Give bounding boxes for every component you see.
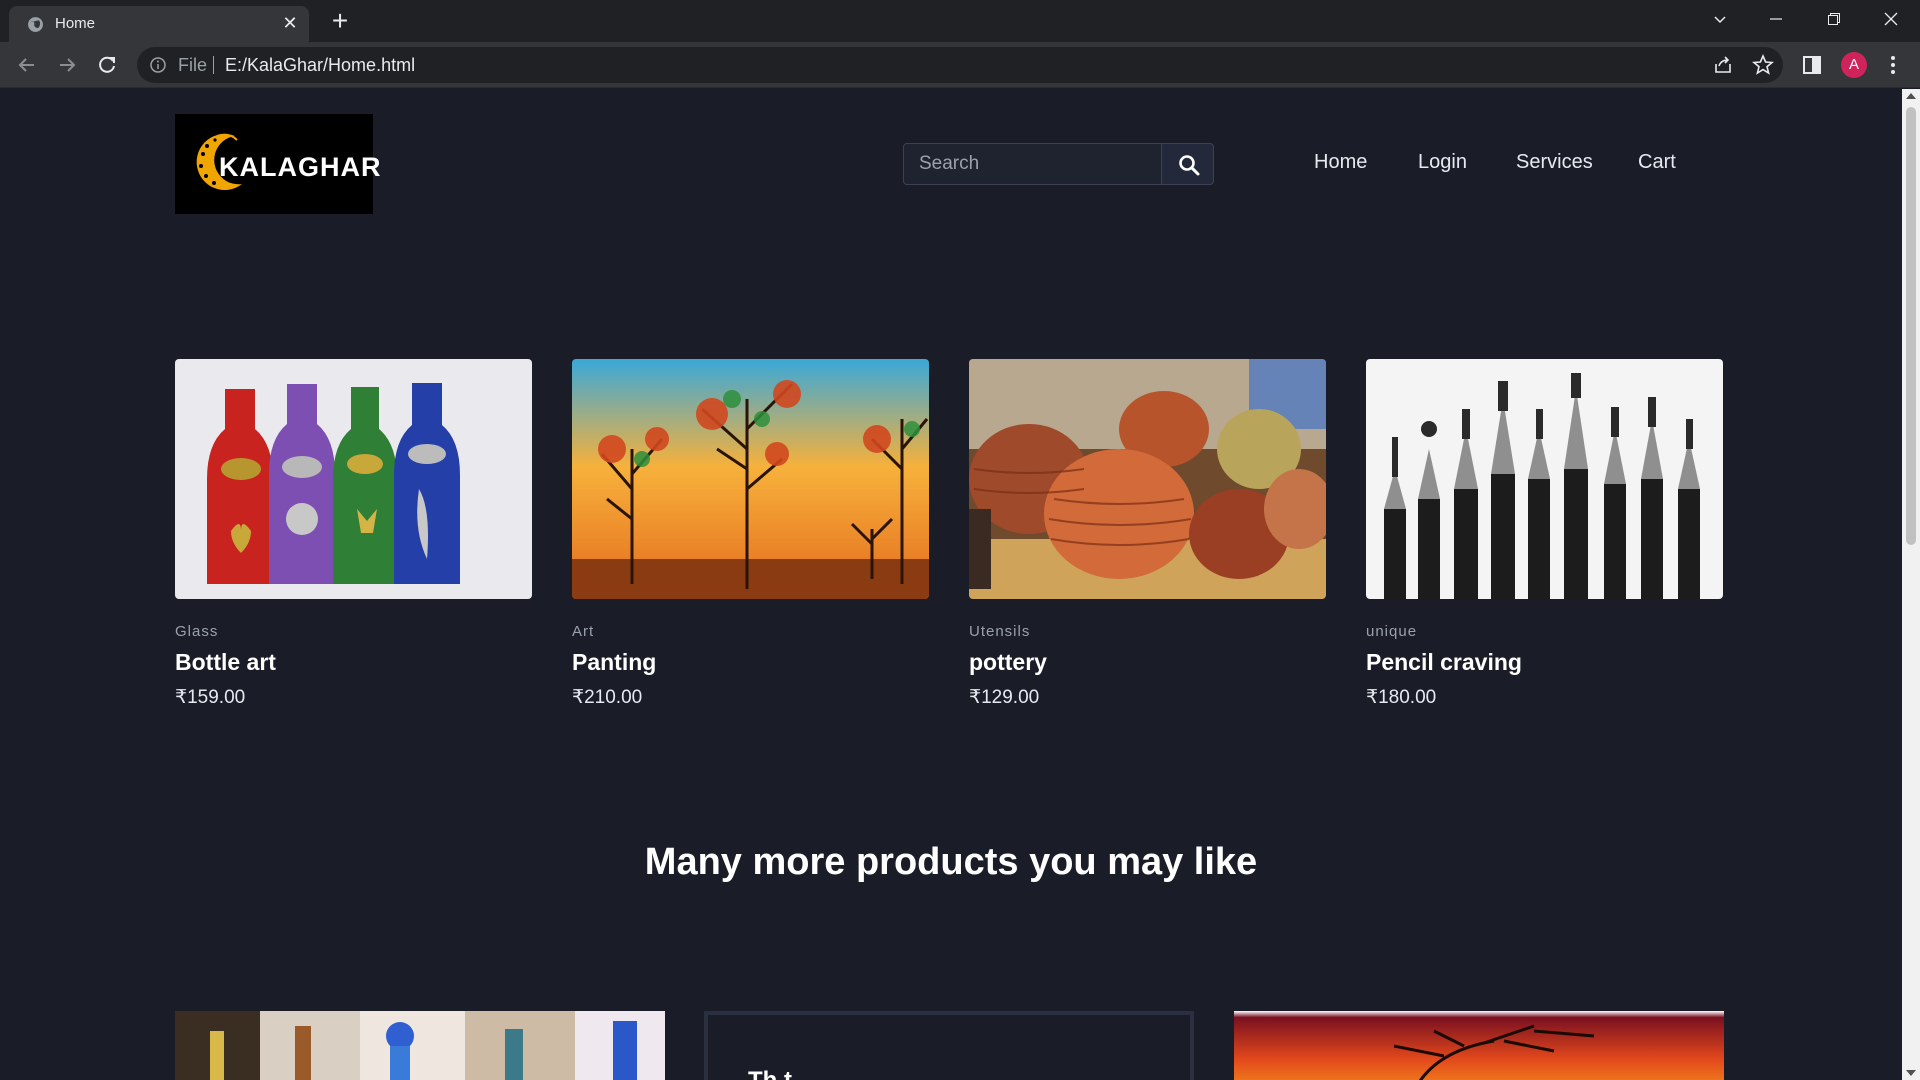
pencil-carving-image[interactable] [1366,359,1723,599]
share-icon[interactable] [1710,52,1736,78]
kalaghar-logo[interactable]: KALAGHAR [175,114,381,214]
forward-arrow-icon[interactable] [52,50,82,80]
restore-button[interactable] [1806,0,1862,38]
more-product-card[interactable] [175,1011,665,1080]
scrollbar-thumb[interactable] [1906,107,1916,545]
globe-icon [28,17,43,32]
tab-search-icon[interactable] [1692,0,1748,38]
browser-tab-bar: Home ✕ + [0,0,1920,42]
address-bar[interactable]: File E:/KalaGhar/Home.html [137,47,1783,83]
search-button[interactable] [1161,143,1214,185]
product-card[interactable]: Glass Bottle art ₹159.00 [175,359,532,708]
profile-avatar[interactable]: A [1841,52,1867,78]
product-name[interactable]: Panting [572,649,656,676]
bookmark-star-icon[interactable] [1750,52,1776,78]
product-category: Art [572,623,595,640]
product-category: Glass [175,623,219,640]
nav-cart-link[interactable]: Cart [1638,151,1676,174]
bottle-art-image[interactable] [175,359,532,599]
tab-title: Home [55,15,96,32]
reload-icon[interactable] [92,50,122,80]
pottery-image[interactable] [969,359,1334,599]
nav-services-link[interactable]: Services [1516,151,1593,174]
minimize-button[interactable] [1748,0,1804,38]
more-product-image[interactable] [175,1011,665,1080]
nav-home-link[interactable]: Home [1314,151,1367,174]
tab-close-icon[interactable]: ✕ [280,13,300,33]
side-panel-icon[interactable] [1799,52,1825,78]
product-price: ₹129.00 [969,687,1040,708]
page-scrollbar[interactable] [1902,89,1920,1080]
more-product-image[interactable] [1234,1011,1724,1080]
search-input[interactable] [903,143,1162,185]
scroll-down-arrow-icon[interactable] [1906,1070,1916,1076]
close-window-button[interactable] [1863,0,1919,38]
section-title: Many more products you may like [644,841,1258,883]
product-category: unique [1366,623,1418,640]
url-separator [213,56,214,74]
kebab-menu-icon[interactable] [1880,52,1906,78]
more-product-title: Th t [748,1067,792,1080]
scroll-up-arrow-icon[interactable] [1906,93,1916,99]
product-card[interactable]: Art Panting ₹210.00 [572,359,929,708]
info-icon[interactable] [149,56,167,74]
url-text[interactable]: E:/KalaGhar/Home.html [225,55,415,76]
product-price: ₹180.00 [1366,687,1437,708]
more-product-card[interactable]: Th t [704,1011,1194,1080]
product-price: ₹210.00 [572,687,643,708]
browser-toolbar: File E:/KalaGhar/Home.html A [0,42,1920,88]
product-price: ₹159.00 [175,687,246,708]
product-card[interactable]: unique Pencil craving ₹180.00 [1366,359,1723,708]
new-tab-button[interactable]: + [325,6,355,36]
product-card[interactable]: Utensils pottery ₹129.00 [969,359,1334,708]
logo-text: KALAGHAR [219,152,382,182]
more-product-card[interactable] [1234,1011,1724,1080]
product-category: Utensils [969,623,1031,640]
product-name[interactable]: pottery [969,649,1047,676]
product-name[interactable]: Bottle art [175,649,276,676]
back-arrow-icon[interactable] [12,50,42,80]
page-viewport: KALAGHAR Home Login Services Cart [0,89,1902,1080]
search-icon [1179,155,1200,176]
painting-image[interactable] [572,359,929,599]
product-name[interactable]: Pencil craving [1366,649,1522,676]
browser-tab[interactable]: Home ✕ [9,6,309,42]
url-scheme: File [178,55,208,75]
nav-login-link[interactable]: Login [1418,151,1467,174]
